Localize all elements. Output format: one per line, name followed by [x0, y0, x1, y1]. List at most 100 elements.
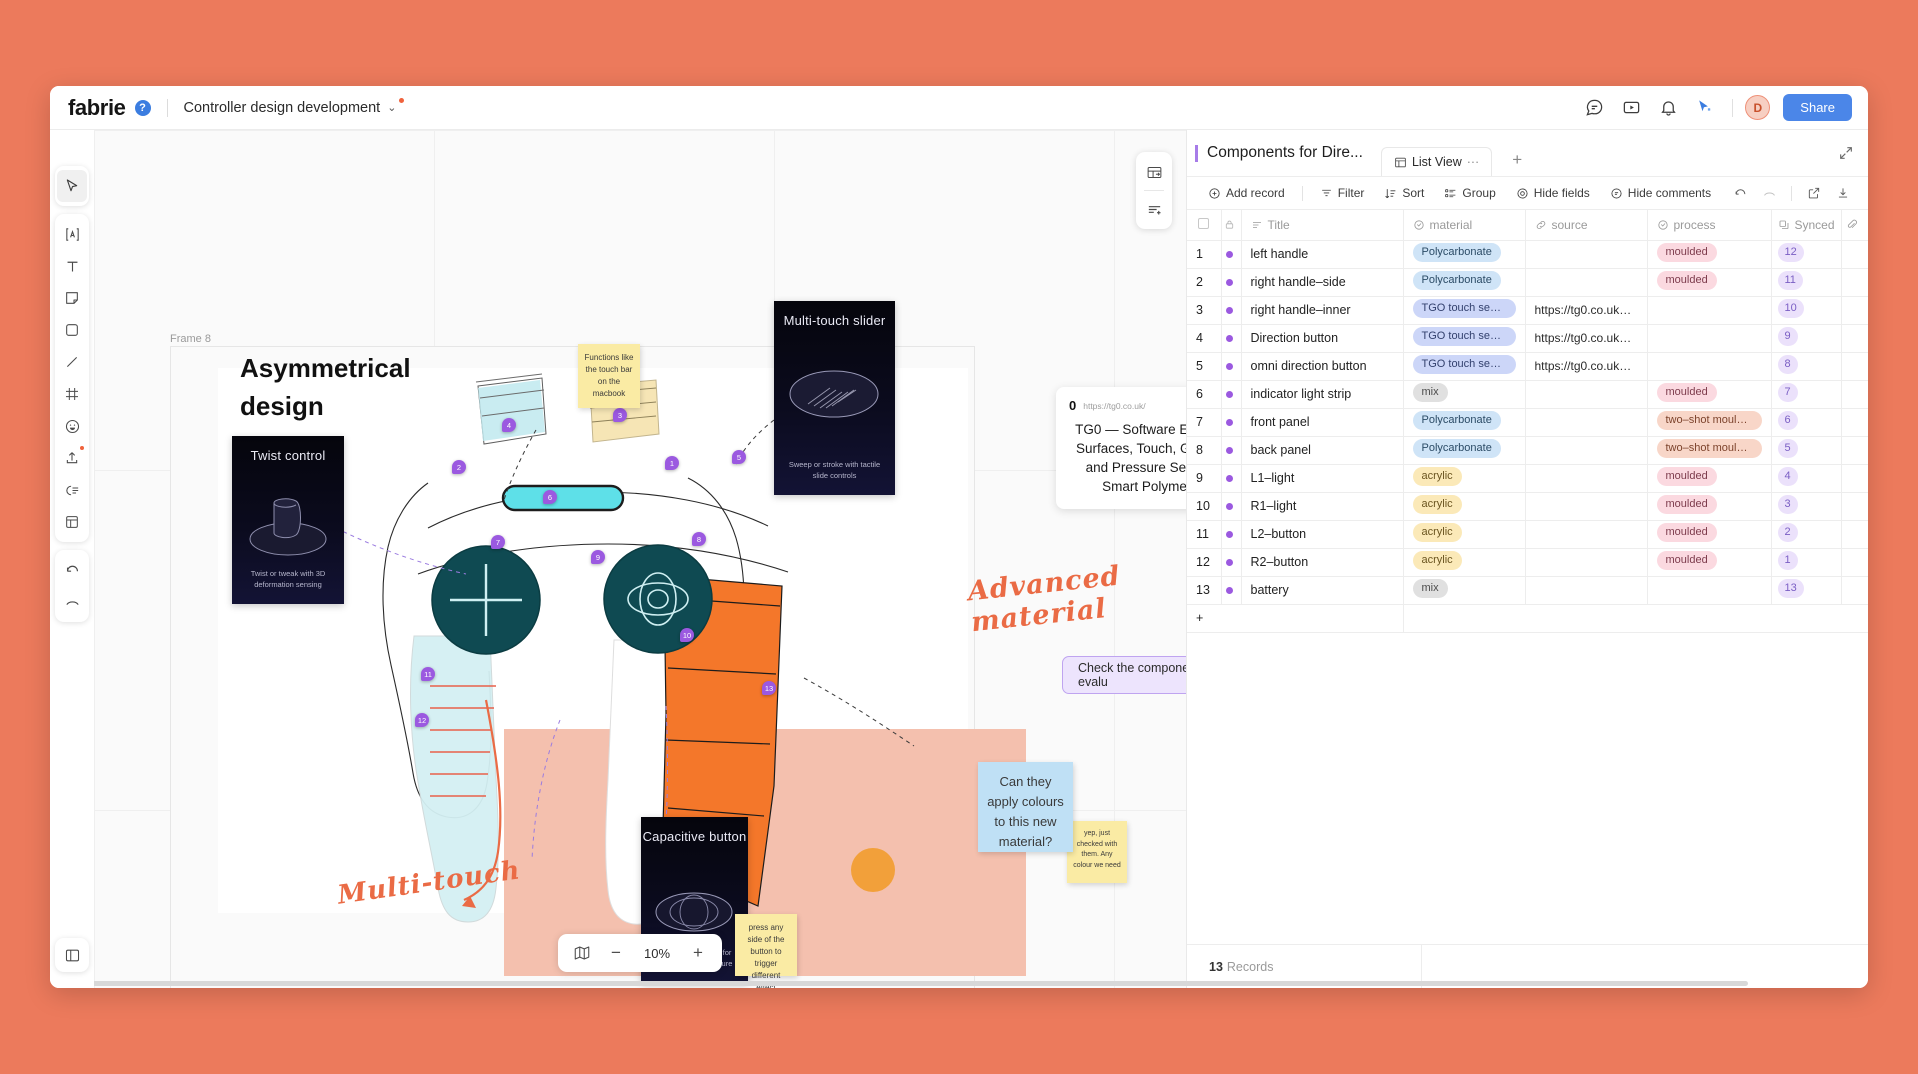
- row-status-dot-cell[interactable]: [1221, 464, 1242, 493]
- table-row[interactable]: 3 right handle–inner TGO touch sensit… http…: [1187, 296, 1868, 325]
- table-row[interactable]: 5 omni direction button TGO touch sensit… h…: [1187, 352, 1868, 381]
- cell-attachment[interactable]: [1841, 268, 1868, 297]
- cell-synced[interactable]: 10: [1771, 296, 1842, 325]
- cell-process[interactable]: [1647, 576, 1772, 605]
- link-preview-card[interactable]: 0 https://tg0.co.uk/ TG0 — Software Enab…: [1056, 387, 1186, 509]
- cell-attachment[interactable]: [1841, 520, 1868, 549]
- row-status-dot-cell[interactable]: [1221, 492, 1242, 521]
- row-status-dot-cell[interactable]: [1221, 240, 1242, 269]
- cell-attachment[interactable]: [1841, 492, 1868, 521]
- cell-process[interactable]: [1647, 296, 1772, 325]
- redo-icon[interactable]: [1756, 181, 1782, 205]
- comment-pin[interactable]: 2: [452, 460, 466, 474]
- filter-button[interactable]: Filter: [1311, 182, 1374, 204]
- cell-source[interactable]: [1525, 436, 1648, 465]
- map-icon[interactable]: [568, 939, 596, 967]
- cell-title[interactable]: indicator light strip: [1241, 380, 1404, 409]
- add-record-button[interactable]: Add record: [1199, 182, 1294, 204]
- shape-tool[interactable]: [57, 314, 87, 346]
- video-icon[interactable]: [1616, 93, 1646, 123]
- undo-tool[interactable]: [57, 554, 87, 586]
- hide-comments-button[interactable]: Hide comments: [1601, 182, 1720, 204]
- comment-pin[interactable]: 6: [543, 490, 557, 504]
- cell-process[interactable]: moulded: [1647, 240, 1772, 269]
- table-row[interactable]: 1 left handle Polycarbonate moulded 12: [1187, 240, 1868, 269]
- zoom-in-button[interactable]: +: [684, 939, 712, 967]
- zoom-level[interactable]: 10%: [636, 946, 678, 961]
- cell-attachment[interactable]: [1841, 352, 1868, 381]
- avatar[interactable]: D: [1745, 95, 1771, 120]
- row-status-dot-cell[interactable]: [1221, 576, 1242, 605]
- expand-icon[interactable]: [1838, 145, 1854, 161]
- row-status-dot-cell[interactable]: [1221, 324, 1242, 353]
- source-link[interactable]: https://tg0.co.uk…: [1535, 359, 1638, 373]
- cell-process[interactable]: moulded: [1647, 268, 1772, 297]
- cell-synced[interactable]: 12: [1771, 240, 1842, 269]
- row-status-dot-cell[interactable]: [1221, 352, 1242, 381]
- row-status-dot-cell[interactable]: [1221, 296, 1242, 325]
- column-header-attachment[interactable]: [1841, 210, 1868, 241]
- frame-tool[interactable]: [57, 378, 87, 410]
- line-tool[interactable]: [57, 346, 87, 378]
- table-grid-wrapper[interactable]: Title material source process Synced 1 l…: [1187, 210, 1868, 944]
- zoom-out-button[interactable]: −: [602, 939, 630, 967]
- cell-process[interactable]: moulded: [1647, 464, 1772, 493]
- row-status-dot-cell[interactable]: [1221, 548, 1242, 577]
- cell-synced[interactable]: 11: [1771, 268, 1842, 297]
- row-status-dot-cell[interactable]: [1221, 408, 1242, 437]
- column-header-source[interactable]: source: [1525, 210, 1648, 241]
- share-out-icon[interactable]: [1801, 181, 1827, 205]
- row-status-dot-cell[interactable]: [1221, 520, 1242, 549]
- cell-material[interactable]: acrylic: [1403, 492, 1526, 521]
- table-title[interactable]: Components for Dire...: [1207, 144, 1363, 162]
- comment-pin[interactable]: 3: [613, 408, 627, 422]
- add-record-plus[interactable]: +: [1187, 604, 1404, 633]
- comment-pin[interactable]: 5: [732, 450, 746, 464]
- table-row[interactable]: 11 L2–button acrylic moulded 2: [1187, 520, 1868, 549]
- cell-title[interactable]: R1–light: [1241, 492, 1404, 521]
- sticky-note-yep[interactable]: yep, just checked with them. Any colour …: [1067, 821, 1127, 883]
- sticky-note-functions[interactable]: Functions like the touch bar on the macb…: [578, 344, 640, 408]
- sticky-note-tool[interactable]: [57, 282, 87, 314]
- link-url[interactable]: https://tg0.co.uk/: [1083, 401, 1145, 411]
- cell-material[interactable]: Polycarbonate: [1403, 436, 1526, 465]
- brand-logo[interactable]: fabrie: [68, 95, 126, 121]
- source-link[interactable]: https://tg0.co.uk…: [1535, 331, 1638, 345]
- cell-source[interactable]: [1525, 408, 1648, 437]
- undo-icon[interactable]: [1727, 181, 1753, 205]
- cell-source[interactable]: [1525, 380, 1648, 409]
- cell-title[interactable]: L1–light: [1241, 464, 1404, 493]
- column-header-title[interactable]: Title: [1241, 210, 1404, 241]
- cell-attachment[interactable]: [1841, 240, 1868, 269]
- sort-button[interactable]: Sort: [1375, 182, 1433, 204]
- comment-icon[interactable]: [1579, 93, 1609, 123]
- cell-attachment[interactable]: [1841, 380, 1868, 409]
- cell-title[interactable]: Direction button: [1241, 324, 1404, 353]
- chevron-down-icon[interactable]: ⌄: [387, 101, 396, 114]
- sticky-note-question[interactable]: Can they apply colours to this new mater…: [978, 762, 1073, 852]
- cell-synced[interactable]: 2: [1771, 520, 1842, 549]
- cell-source[interactable]: [1525, 240, 1648, 269]
- comment-pin[interactable]: 12: [415, 713, 429, 727]
- cell-process[interactable]: [1647, 324, 1772, 353]
- comment-pin[interactable]: 8: [692, 532, 706, 546]
- cell-synced[interactable]: 7: [1771, 380, 1842, 409]
- smiley-icon[interactable]: [57, 410, 87, 442]
- group-button[interactable]: Group: [1435, 182, 1504, 204]
- cell-material[interactable]: mix: [1403, 380, 1526, 409]
- cell-source[interactable]: https://tg0.co.uk…: [1525, 352, 1648, 381]
- row-status-dot-cell[interactable]: [1221, 268, 1242, 297]
- cell-material[interactable]: Polycarbonate: [1403, 240, 1526, 269]
- cell-title[interactable]: L2–button: [1241, 520, 1404, 549]
- upload-tool[interactable]: [57, 442, 87, 474]
- document-title[interactable]: Controller design development ⌄: [184, 97, 405, 116]
- cell-synced[interactable]: 3: [1771, 492, 1842, 521]
- comment-pin[interactable]: 4: [502, 418, 516, 432]
- sticky-note-press[interactable]: press any side of the button to trigger …: [735, 914, 797, 988]
- cell-source[interactable]: [1525, 520, 1648, 549]
- cell-material[interactable]: Polycarbonate: [1403, 268, 1526, 297]
- insert-list-icon[interactable]: [1139, 194, 1169, 224]
- text-tool[interactable]: [57, 250, 87, 282]
- cell-material[interactable]: mix: [1403, 576, 1526, 605]
- cell-material[interactable]: TGO touch sensit…: [1403, 352, 1526, 381]
